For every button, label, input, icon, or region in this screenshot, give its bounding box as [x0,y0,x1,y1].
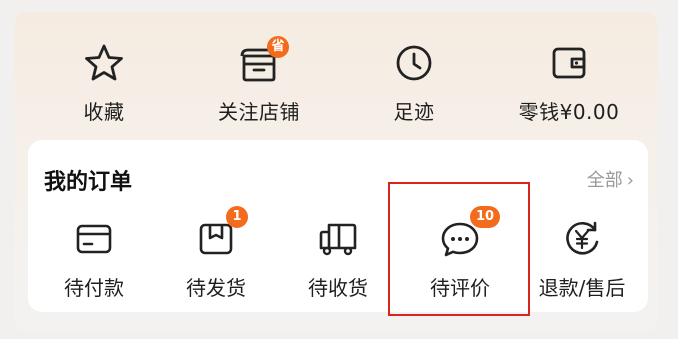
pending-payment-label: 待付款 [64,276,124,300]
pending-shipment-label: 待发货 [186,276,246,300]
wallet-label: 零钱¥0.00 [518,100,620,124]
wallet-link[interactable]: 零钱¥0.00 [489,30,649,130]
highlight-box [388,182,530,316]
favorites-link[interactable]: 收藏 [24,30,184,130]
chevron-right-icon: › [626,170,634,191]
card-icon [76,224,112,254]
my-orders-card: 我的订单 全部 › 待付款 1 待发货 待收货 10 待评价 退款/售后 [28,140,648,312]
view-all-orders-link[interactable]: 全部 › [587,166,634,192]
view-all-label: 全部 [586,170,623,191]
pending-shipment-button[interactable]: 1 待发货 [154,206,278,308]
store-savings-badge: 省 [267,36,289,58]
followed-stores-label: 关注店铺 [218,100,300,124]
pending-receipt-label: 待收货 [308,276,368,300]
followed-stores-link[interactable]: 省 关注店铺 [179,30,339,130]
favorites-label: 收藏 [83,100,125,124]
wallet-icon [552,47,586,79]
star-icon [85,44,123,81]
refund-aftersale-button[interactable]: 退款/售后 [520,208,644,308]
pending-payment-button[interactable]: 待付款 [32,208,156,308]
refund-aftersale-label: 退款/售后 [538,276,626,300]
footprints-link[interactable]: 足迹 [334,30,494,130]
footprints-label: 足迹 [393,100,435,124]
pending-receipt-button[interactable]: 待收货 [276,208,400,308]
clock-icon [396,45,432,81]
refund-icon [566,221,599,255]
pending-shipment-badge: 1 [226,206,248,228]
my-orders-title: 我的订单 [44,170,133,195]
quick-links-row: 收藏 省 关注店铺 足迹 零钱¥0.00 [14,30,658,130]
truck-icon [319,223,357,256]
